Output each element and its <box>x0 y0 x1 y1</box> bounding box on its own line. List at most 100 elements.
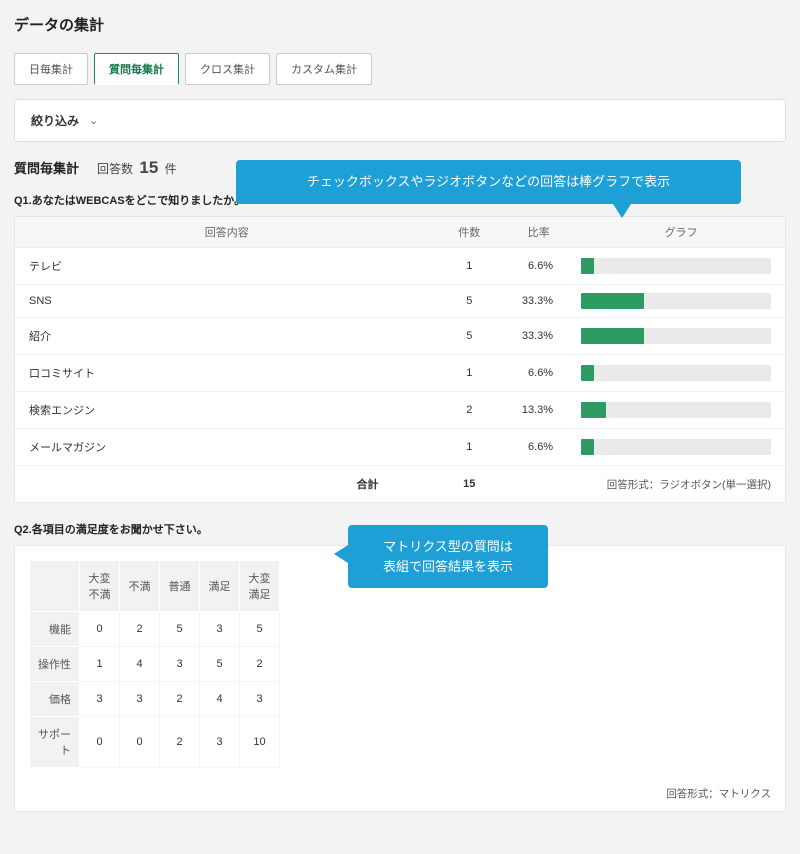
bar-track <box>581 328 771 344</box>
q2-col-header: 大変満足 <box>240 561 280 612</box>
q1-header-count: 件数 <box>439 217 501 248</box>
q2-row-header: 操作性 <box>30 647 80 682</box>
table-row: 操作性14352 <box>30 647 280 682</box>
q1-row-ratio: 33.3% <box>500 318 577 355</box>
q1-card: 回答内容 件数 比率 グラフ テレビ16.6%SNS533.3%紹介533.3%… <box>14 216 786 503</box>
q1-total-row: 合計15 回答形式：ラジオボタン(単一選択) <box>15 466 785 503</box>
q1-row-graph <box>577 355 785 392</box>
count-prefix: 回答数 <box>97 162 133 176</box>
q2-cell: 5 <box>240 612 280 647</box>
response-count: 回答数 15 件 <box>97 158 177 178</box>
q1-row-count: 1 <box>439 355 501 392</box>
q2-cell: 2 <box>160 682 200 717</box>
q2-cell: 0 <box>80 612 120 647</box>
q1-row-graph <box>577 429 785 466</box>
q1-row-label: SNS <box>15 285 439 318</box>
bar-fill <box>581 402 606 418</box>
q1-header-content: 回答内容 <box>15 217 439 248</box>
annotation-bar-chart: チェックボックスやラジオボタンなどの回答は棒グラフで表示 <box>236 160 741 204</box>
q1-row-graph <box>577 392 785 429</box>
q2-cell: 5 <box>200 647 240 682</box>
table-row: 機能02535 <box>30 612 280 647</box>
q1-row-label: 紹介 <box>15 318 439 355</box>
q2-cell: 3 <box>200 612 240 647</box>
q1-row-label: テレビ <box>15 248 439 285</box>
callout-tail-icon <box>613 204 631 218</box>
q2-cell: 5 <box>160 612 200 647</box>
q2-cell: 3 <box>200 717 240 768</box>
bar-fill <box>581 258 594 274</box>
bar-fill <box>581 365 594 381</box>
q2-col-header: 普通 <box>160 561 200 612</box>
q2-cell: 4 <box>200 682 240 717</box>
table-row: 検索エンジン213.3% <box>15 392 785 429</box>
page-title: データの集計 <box>14 14 786 35</box>
q2-col-header: 不満 <box>120 561 160 612</box>
q2-cell: 0 <box>120 717 160 768</box>
q2-cell: 3 <box>240 682 280 717</box>
q2-cell: 4 <box>120 647 160 682</box>
q2-cell: 3 <box>80 682 120 717</box>
q2-corner <box>30 561 80 612</box>
q1-row-ratio: 6.6% <box>500 248 577 285</box>
bar-track <box>581 293 771 309</box>
q1-row-count: 2 <box>439 392 501 429</box>
q2-row-header: 価格 <box>30 682 80 717</box>
tab-per-question[interactable]: 質問毎集計 <box>94 53 179 85</box>
q2-cell: 0 <box>80 717 120 768</box>
bar-fill <box>581 439 594 455</box>
q2-col-header: 大変不満 <box>80 561 120 612</box>
bar-track <box>581 365 771 381</box>
q2-format-label: 回答形式：マトリクス <box>15 776 785 811</box>
bar-fill <box>581 293 644 309</box>
tab-daily[interactable]: 日毎集計 <box>14 53 88 85</box>
tab-custom[interactable]: カスタム集計 <box>276 53 372 85</box>
bar-track <box>581 258 771 274</box>
q2-cell: 1 <box>80 647 120 682</box>
q2-row-header: サポート <box>30 717 80 768</box>
bar-track <box>581 402 771 418</box>
q2-row-header: 機能 <box>30 612 80 647</box>
q1-total-value: 15 <box>439 466 501 503</box>
app-container: データの集計 日毎集計 質問毎集計 クロス集計 カスタム集計 絞り込み ⌄ 質問… <box>0 0 800 854</box>
q1-row-ratio: 33.3% <box>500 285 577 318</box>
table-row: テレビ16.6% <box>15 248 785 285</box>
table-row: SNS533.3% <box>15 285 785 318</box>
q1-total-label: 合計 <box>15 466 439 503</box>
q1-row-ratio: 6.6% <box>500 355 577 392</box>
summary-label: 質問毎集計 <box>14 158 79 177</box>
q1-row-graph <box>577 318 785 355</box>
q2-cell: 2 <box>240 647 280 682</box>
q2-cell: 2 <box>120 612 160 647</box>
chevron-down-icon: ⌄ <box>89 114 98 127</box>
q1-format-label: 回答形式：ラジオボタン(単一選択) <box>577 466 785 503</box>
q2-cell: 2 <box>160 717 200 768</box>
q1-row-count: 5 <box>439 318 501 355</box>
q1-row-label: 検索エンジン <box>15 392 439 429</box>
bar-fill <box>581 328 644 344</box>
q2-col-header: 満足 <box>200 561 240 612</box>
table-row: 紹介533.3% <box>15 318 785 355</box>
q1-header-ratio: 比率 <box>500 217 577 248</box>
bar-track <box>581 439 771 455</box>
annotation-matrix: マトリクス型の質問は 表組で回答結果を表示 <box>348 525 548 588</box>
callout-tail-icon <box>334 545 348 563</box>
annotation-matrix-line1: マトリクス型の質問は <box>383 539 513 554</box>
filter-toggle[interactable]: 絞り込み ⌄ <box>14 99 786 142</box>
table-row: サポート002310 <box>30 717 280 768</box>
q1-row-label: メールマガジン <box>15 429 439 466</box>
table-row: メールマガジン16.6% <box>15 429 785 466</box>
annotation-text: チェックボックスやラジオボタンなどの回答は棒グラフで表示 <box>307 174 670 189</box>
filter-label: 絞り込み <box>31 112 79 129</box>
q1-row-ratio: 13.3% <box>500 392 577 429</box>
q1-row-graph <box>577 248 785 285</box>
q2-cell: 10 <box>240 717 280 768</box>
count-value: 15 <box>139 158 158 177</box>
q1-table: 回答内容 件数 比率 グラフ テレビ16.6%SNS533.3%紹介533.3%… <box>15 217 785 502</box>
annotation-matrix-line2: 表組で回答結果を表示 <box>383 559 513 574</box>
tab-cross[interactable]: クロス集計 <box>185 53 270 85</box>
q2-matrix-table: 大変不満不満普通満足大変満足 機能02535操作性14352価格33243サポー… <box>29 560 280 768</box>
table-row: 口コミサイト16.6% <box>15 355 785 392</box>
q1-row-ratio: 6.6% <box>500 429 577 466</box>
q1-row-count: 1 <box>439 248 501 285</box>
